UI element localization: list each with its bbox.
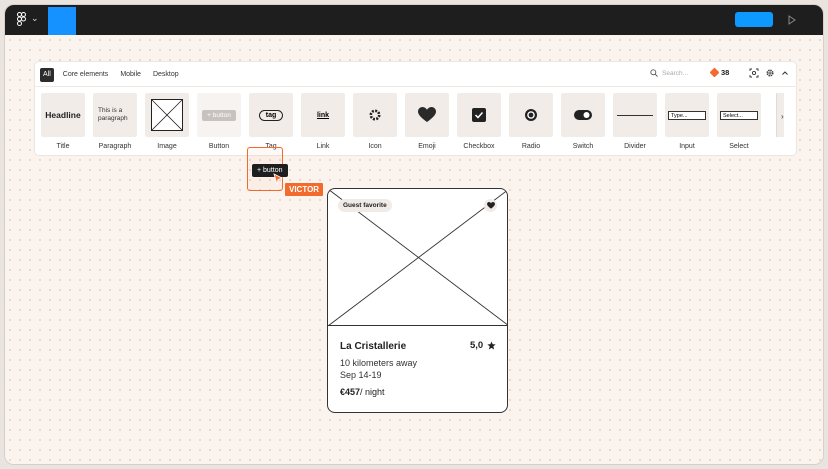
image-placeholder-icon [151, 99, 183, 131]
figma-logo-icon[interactable]: ⌄ [17, 12, 39, 28]
paragraph-preview: This is a paragraph [98, 107, 128, 122]
component-label: Checkbox [463, 143, 495, 150]
component-label: Select [729, 143, 749, 150]
panel-divider [35, 86, 796, 87]
component-switch[interactable]: Switch [561, 93, 605, 150]
rating-value: 5,0 [470, 340, 484, 351]
top-toolbar: ⌄ [5, 5, 823, 35]
search-placeholder: Search... [662, 69, 689, 77]
component-button[interactable]: + button Button [197, 93, 241, 150]
title-preview: Headline [45, 110, 81, 120]
tag-preview: tag [258, 109, 284, 121]
cube-icon [709, 67, 720, 78]
component-checkbox[interactable]: Checkbox [457, 93, 501, 150]
gear-icon[interactable] [765, 68, 775, 78]
component-label: Divider [624, 143, 646, 150]
component-link[interactable]: link Link [301, 93, 345, 150]
component-image[interactable]: Image [145, 93, 189, 150]
gear-icon [369, 109, 381, 121]
heart-icon [418, 107, 436, 122]
count-value: 38 [721, 68, 730, 77]
listing-card[interactable]: Guest favorite La Cristallerie 5,0 10 ki… [327, 188, 508, 413]
component-paragraph[interactable]: This is a paragraph Paragraph [93, 93, 137, 150]
component-divider[interactable]: Divider [613, 93, 657, 150]
component-label: Icon [368, 143, 382, 150]
tab-desktop[interactable]: Desktop [150, 68, 182, 82]
card-image-placeholder: Guest favorite [328, 189, 507, 326]
star-icon [487, 341, 496, 350]
listing-distance: 10 kilometers away [340, 358, 418, 368]
share-button[interactable] [735, 12, 773, 27]
component-input[interactable]: Type... Input [665, 93, 709, 150]
cursor-icon [273, 173, 283, 185]
component-label: Button [208, 143, 230, 150]
input-preview: Type... [668, 110, 706, 120]
price-unit: / night [360, 387, 385, 397]
listing-rating: 5,0 [470, 340, 496, 351]
active-file-tab[interactable] [48, 7, 76, 35]
app-window: ⌄ All Core elements Mobile Desktop Searc… [4, 4, 824, 465]
component-grid: Headline Title This is a paragraph Parag… [41, 93, 761, 150]
select-preview: Select... [720, 110, 758, 120]
listing-dates: Sep 14-19 [340, 370, 382, 380]
collaborator-label: VICTOR [285, 183, 324, 196]
component-label: Emoji [418, 143, 436, 150]
listing-price: €457/ night [340, 387, 385, 397]
link-preview: link [316, 111, 330, 119]
scan-icon[interactable] [749, 68, 759, 78]
component-label: Paragraph [98, 143, 132, 150]
chevron-right-icon[interactable]: › [781, 112, 784, 121]
component-radio[interactable]: Radio [509, 93, 553, 150]
search-input[interactable]: Search... [650, 69, 688, 77]
radio-icon [525, 109, 537, 121]
component-tag[interactable]: tag Tag [249, 93, 293, 150]
checkbox-icon [472, 108, 486, 122]
component-library-panel: All Core elements Mobile Desktop Search.… [35, 62, 796, 155]
tab-all[interactable]: All [40, 68, 54, 82]
search-icon [650, 69, 658, 77]
chevron-down-icon[interactable]: ⌄ [31, 13, 39, 24]
guest-favorite-badge: Guest favorite [338, 199, 392, 212]
play-icon[interactable] [785, 13, 799, 27]
price-value: €457 [340, 387, 361, 397]
component-title[interactable]: Headline Title [41, 93, 85, 150]
component-label: Link [316, 143, 330, 150]
component-icon[interactable]: Icon [353, 93, 397, 150]
listing-title: La Cristallerie [340, 341, 407, 352]
component-label: Input [679, 143, 695, 150]
component-select[interactable]: Select... Select [717, 93, 761, 150]
tab-mobile[interactable]: Mobile [117, 68, 144, 82]
component-label: Title [56, 143, 70, 150]
component-emoji[interactable]: Emoji [405, 93, 449, 150]
tab-core-elements[interactable]: Core elements [60, 68, 112, 82]
component-label: Radio [521, 143, 541, 150]
button-preview: + button [202, 109, 236, 121]
heart-icon[interactable] [484, 199, 497, 212]
library-count[interactable]: 38 [709, 67, 730, 78]
component-label: Image [157, 143, 177, 150]
chevron-up-icon[interactable] [780, 68, 790, 78]
component-label: Switch [572, 143, 594, 150]
divider-preview [617, 114, 653, 116]
library-tabs: All Core elements Mobile Desktop [40, 68, 182, 82]
switch-icon [574, 110, 592, 120]
